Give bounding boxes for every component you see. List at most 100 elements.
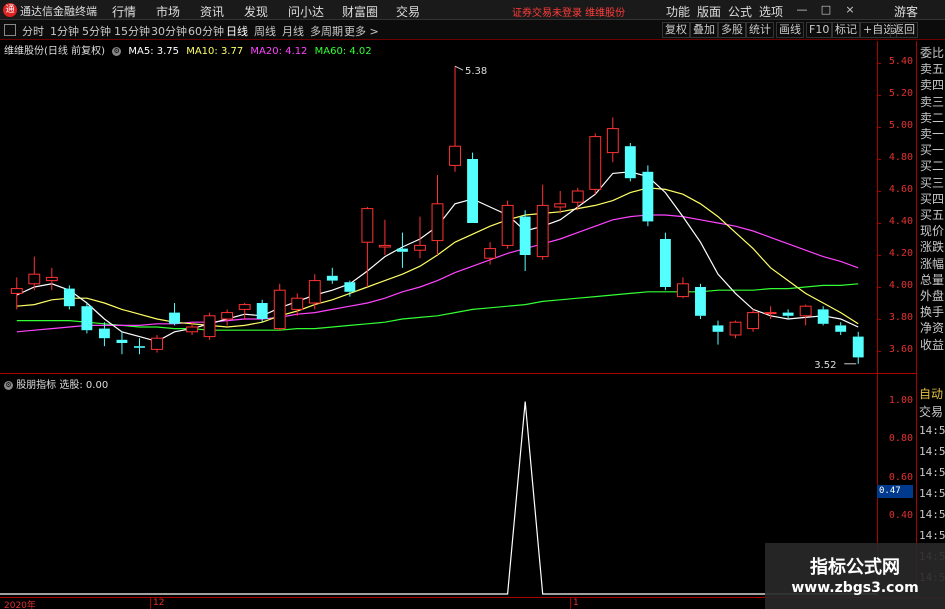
menu-item-news[interactable]: 资讯	[200, 3, 224, 20]
period-toolbar: 分时 1分钟 5分钟 15分钟 30分钟 60分钟 日线 周线 月线 多周期 更…	[0, 20, 945, 40]
candlestick-chart-panel[interactable]: 5.38 3.52 维维股份(日线 前复权) ⚙ MA5: 3.75 MA10: …	[0, 41, 877, 373]
candlestick-chart[interactable]: 5.38 3.52	[0, 41, 877, 373]
date-label-month-1: 1	[573, 598, 579, 608]
candle-body-up	[308, 280, 321, 304]
menu-item-discover[interactable]: 发现	[244, 3, 268, 20]
price-tick-mark	[878, 159, 881, 160]
tab-period-monthly[interactable]: 月线	[282, 23, 304, 39]
panel-toggle-icon[interactable]	[4, 24, 16, 36]
menu-item-formula[interactable]: 公式	[728, 3, 752, 20]
price-tick-label: 4.80	[888, 152, 913, 163]
quote-field-label: 卖五	[920, 62, 945, 77]
candle-body-up	[747, 312, 759, 330]
menu-item-trade[interactable]: 交易	[396, 3, 420, 20]
tab-period-more[interactable]: 更多 >	[344, 23, 379, 39]
price-tick-label: 4.60	[888, 184, 913, 195]
tab-period-multi[interactable]: 多周期	[310, 23, 343, 39]
candle-body-down	[519, 216, 531, 255]
tab-period-daily[interactable]: 日线	[226, 23, 248, 39]
quote-field-label: 涨跌	[920, 240, 945, 255]
quote-tab[interactable]: 自动	[919, 385, 943, 402]
price-tick-label: 5.00	[888, 120, 913, 131]
tab-period-15min[interactable]: 15分钟	[114, 23, 150, 39]
tab-period-weekly[interactable]: 周线	[254, 23, 276, 39]
menu-item-ask[interactable]: 问小达	[288, 3, 324, 20]
main-chart-legend: 维维股份(日线 前复权) ⚙ MA5: 3.75 MA10: 3.77 MA20…	[4, 42, 376, 57]
guest-label[interactable]: 游客	[894, 3, 918, 20]
candle-body-up	[28, 273, 41, 285]
candle-body-down	[63, 288, 75, 307]
app-title: 通达信金融终端	[20, 5, 97, 18]
multi-stock-button[interactable]: 多股	[718, 22, 746, 38]
menu-item-function[interactable]: 功能	[666, 3, 690, 20]
quote-field-label: 买四	[920, 191, 945, 206]
back-button[interactable]: 返回	[890, 22, 918, 38]
candle-body-down	[624, 146, 636, 179]
candle-body-up	[203, 315, 216, 338]
indicator-name[interactable]: 股朋指标	[16, 380, 56, 391]
candle-body-up	[431, 203, 444, 242]
candle-body-up	[676, 283, 689, 298]
date-label-year: 2020年	[4, 601, 36, 609]
candle-body-down	[712, 325, 724, 332]
ma20-label: MA20: 4.12	[250, 46, 308, 57]
candle-body-up	[729, 321, 742, 336]
price-tick-mark	[878, 223, 881, 224]
candle-body-up	[221, 312, 234, 320]
candle-body-up	[45, 276, 58, 282]
quote-field-label: 净资	[920, 321, 945, 336]
draw-line-button[interactable]: 画线	[776, 22, 804, 38]
settings-circle-icon[interactable]: ⚙	[112, 46, 122, 56]
close-button[interactable]: ×	[842, 2, 858, 17]
indicator-tick-label: 0.40	[888, 510, 913, 522]
indicator-chart-panel[interactable]: ⚙ 股朋指标 选股: 0.00	[0, 373, 877, 597]
menu-item-layout[interactable]: 版面	[697, 3, 721, 20]
quote-field-label: 卖二	[920, 110, 945, 125]
candle-body-down	[344, 282, 356, 292]
app-logo-icon: 通	[3, 3, 17, 17]
overlay-button[interactable]: 叠加	[690, 22, 718, 38]
tab-period-timeshare[interactable]: 分时	[22, 23, 44, 39]
maximize-button[interactable]: □	[818, 2, 834, 17]
candle-body-down	[116, 339, 128, 343]
indicator-chart[interactable]	[0, 374, 877, 598]
menu-item-wealth[interactable]: 财富圈	[342, 3, 378, 20]
f10-button[interactable]: F10	[806, 22, 833, 38]
candle-body-down	[852, 336, 864, 358]
tab-period-5min[interactable]: 5分钟	[82, 23, 111, 39]
menu-item-market[interactable]: 市场	[156, 3, 180, 20]
quote-panel: 委比 卖五 卖四 卖三 卖二 卖一 买一 买二 买三 买四 买五 现价 涨跌 涨幅 总量 外盘 换手 净资 收益 自动…	[916, 41, 945, 597]
price-tick-label: 4.20	[888, 248, 913, 259]
quote-tab[interactable]: 交易	[919, 403, 943, 420]
candle-body-up	[151, 337, 163, 350]
menu-item-quotes[interactable]: 行情	[112, 3, 136, 20]
candle-body-up	[589, 136, 602, 190]
candle-body-down	[642, 171, 654, 222]
tab-period-30min[interactable]: 30分钟	[151, 23, 187, 39]
quote-field-label: 涨幅	[920, 256, 945, 271]
menu-bar: 通 通达信金融终端 行情 市场 资讯 发现 问小达 财富圈 交易 证券交易未登录…	[0, 0, 945, 20]
minimize-button[interactable]: —	[794, 2, 810, 17]
candle-body-down	[169, 312, 180, 324]
quote-field-label: 外盘	[920, 289, 945, 303]
candle-body-down	[81, 306, 93, 331]
adjust-button[interactable]: 复权	[662, 22, 690, 38]
watermark: 指标公式网 www.zbgs3.com	[765, 543, 945, 609]
login-notice[interactable]: 证券交易未登录 维维股份	[512, 4, 625, 19]
menu-item-options[interactable]: 选项	[759, 3, 783, 20]
indicator-value: 选股: 0.00	[59, 380, 109, 391]
statistics-button[interactable]: 统计	[746, 22, 774, 38]
tab-period-60min[interactable]: 60分钟	[188, 23, 224, 39]
tab-period-1min[interactable]: 1分钟	[50, 23, 79, 39]
price-tick-label: 4.00	[888, 280, 913, 291]
watermark-url: www.zbgs3.com	[791, 580, 919, 596]
indicator-tick-label: 0.80	[888, 433, 913, 445]
candle-body-down	[817, 309, 829, 324]
high-annotation-arrow	[454, 65, 464, 71]
indicator-settings-icon[interactable]: ⚙	[4, 380, 13, 390]
mark-button[interactable]: 标记	[832, 22, 860, 38]
price-tick-mark	[878, 287, 881, 288]
indicator-legend: ⚙ 股朋指标 选股: 0.00	[4, 376, 108, 391]
candle-body-down	[256, 303, 268, 319]
quote-field-label: 换手	[920, 305, 945, 320]
